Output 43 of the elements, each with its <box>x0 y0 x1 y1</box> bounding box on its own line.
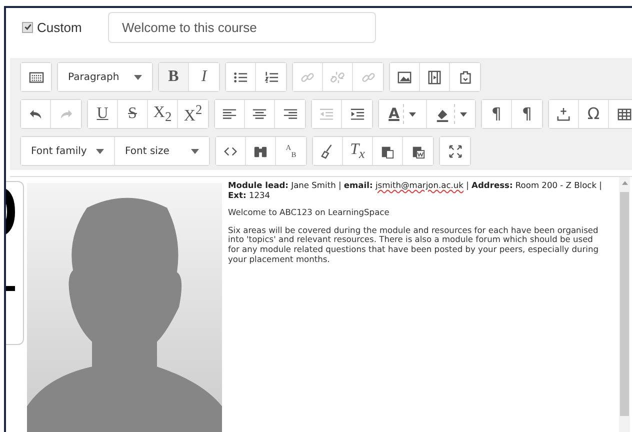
media-icon <box>427 70 442 84</box>
image-icon <box>397 70 412 84</box>
caret-icon <box>191 148 199 154</box>
scrollbar[interactable] <box>619 177 630 432</box>
dropdown-toggle[interactable] <box>403 104 416 124</box>
underline-button[interactable]: U <box>88 100 118 128</box>
title-input[interactable]: Welcome to this course <box>108 12 376 42</box>
toolbar-toggle-icon <box>28 70 44 84</box>
left-to-right-button[interactable]: ¶ <box>482 100 512 128</box>
align-center-icon <box>252 106 267 122</box>
indent-icon <box>350 106 364 122</box>
contact-line: Module lead: Jane Smith | email: jsmith@marjon.ac.uk | Address: Room 200 - Z Block | Ext: 1234 <box>228 181 603 200</box>
horizontal-rule-button[interactable] <box>549 100 579 128</box>
caret-icon <box>134 74 142 80</box>
bullet-list-icon <box>233 70 248 84</box>
scroll-up-icon[interactable] <box>622 181 628 185</box>
code-button[interactable] <box>216 137 246 165</box>
format-select[interactable]: Font family <box>21 137 115 165</box>
format-select[interactable]: Paragraph <box>58 63 152 91</box>
align-left-icon <box>222 106 237 122</box>
fullscreen-icon <box>448 144 462 158</box>
text-color-button[interactable]: A <box>379 100 427 128</box>
bullet-list-button[interactable] <box>226 63 256 91</box>
align-left-button[interactable] <box>215 100 245 128</box>
clean-button[interactable] <box>313 137 343 165</box>
bold-button[interactable]: B <box>159 63 189 91</box>
custom-label: Custom <box>37 20 82 34</box>
undo-button[interactable] <box>21 100 51 128</box>
caret-icon <box>460 112 467 116</box>
image-button[interactable] <box>390 63 420 91</box>
custom-checkbox[interactable] <box>22 22 33 32</box>
body-paragraph: Welcome to ABC123 on LearningSpace <box>228 208 390 218</box>
caret-icon <box>96 148 104 154</box>
caret-icon <box>409 112 416 116</box>
table-icon <box>616 106 632 122</box>
file-icon <box>458 70 472 84</box>
body-paragraph: Six areas will be covered during the module and resources for each have been organised into 'topics' and relevant resources. There is also a module forum which should be used for any module related questions that have been posted by your peers, especially during your placement months. <box>228 226 600 264</box>
align-right-icon <box>282 106 298 122</box>
outdent-icon <box>319 106 334 122</box>
dropdown-toggle[interactable] <box>454 104 467 124</box>
unlink-icon <box>330 70 345 84</box>
horizontal-rule-icon <box>556 106 571 122</box>
numbered-list-icon <box>264 70 278 84</box>
